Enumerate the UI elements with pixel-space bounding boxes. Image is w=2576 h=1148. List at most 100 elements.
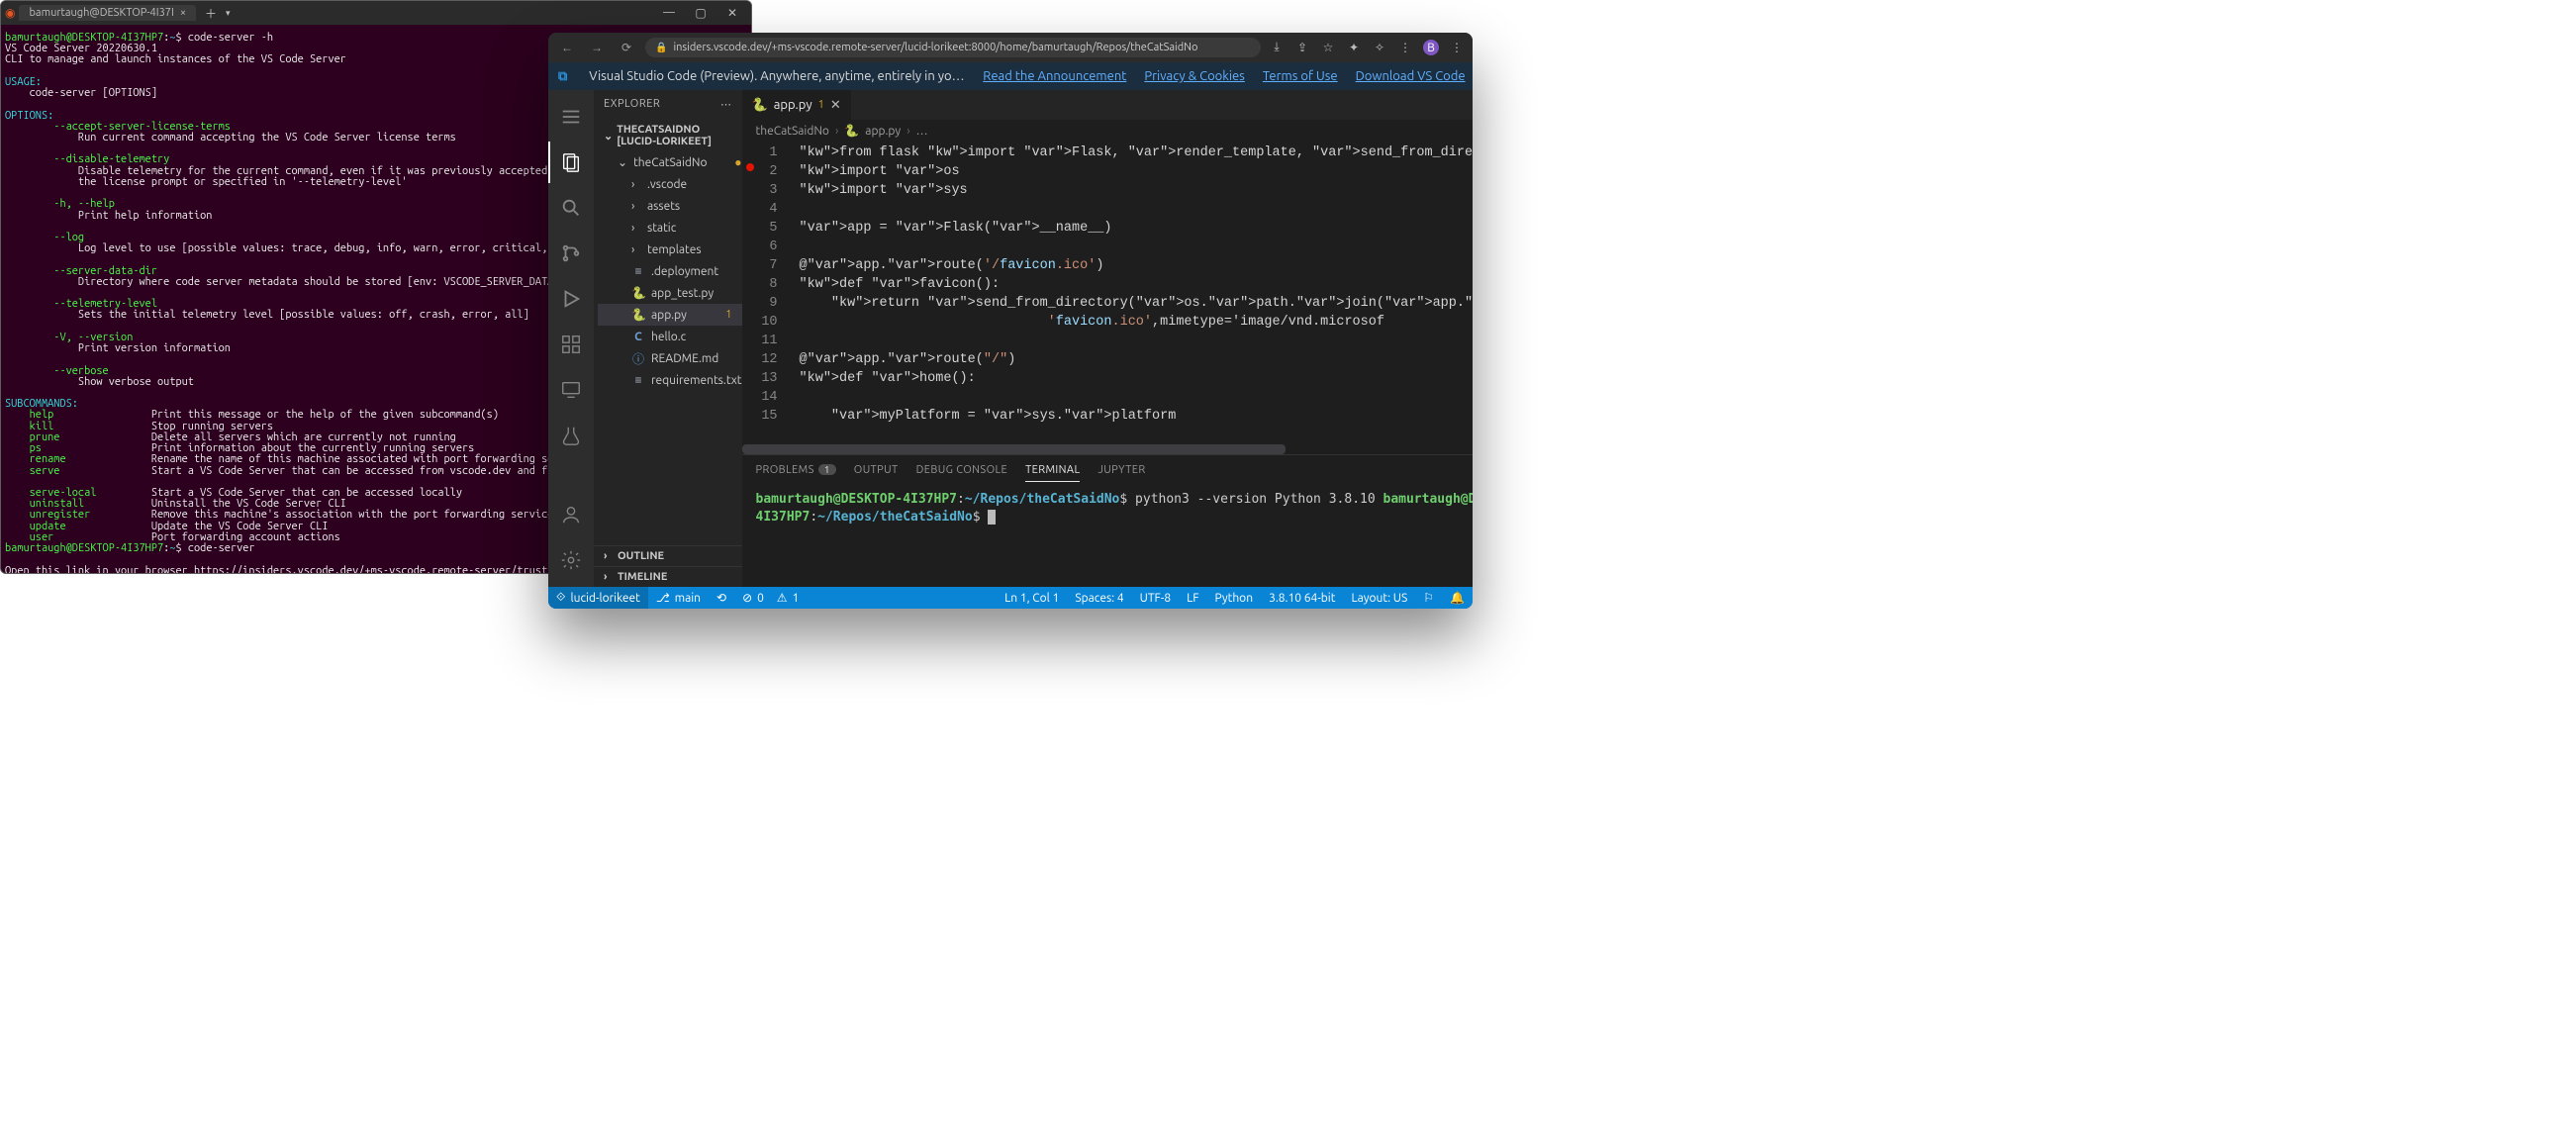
- close-tab-icon[interactable]: ✕: [830, 98, 841, 113]
- editor-area: 🐍 app.py 1 ✕ ▷ ▾ ◫ ⋯ theCatSaidNo› 🐍 app…: [742, 90, 1473, 587]
- language-mode[interactable]: Python: [1207, 587, 1262, 609]
- code-editor[interactable]: 1 2 3 4 5 6 7 8 9 10 11 12 13 14 15 "kw"…: [742, 142, 1473, 444]
- python-interpreter[interactable]: 3.8.10 64-bit: [1261, 587, 1343, 609]
- txt-file-icon: ≡: [631, 264, 645, 278]
- git-branch[interactable]: ⎇main: [648, 587, 709, 609]
- sidebar-more-icon[interactable]: ⋯: [720, 98, 732, 111]
- chevron-right-icon: ›: [631, 178, 641, 191]
- banner-link-terms[interactable]: Terms of Use: [1263, 69, 1338, 83]
- tree-file[interactable]: Chello.c: [598, 326, 742, 347]
- testing-icon[interactable]: [548, 415, 594, 456]
- tab-problems[interactable]: PROBLEMS1: [756, 464, 836, 476]
- encoding[interactable]: UTF-8: [1132, 587, 1179, 609]
- banner-message: Visual Studio Code (Preview). Anywhere, …: [589, 69, 965, 83]
- modified-badge: 1: [818, 99, 824, 111]
- lock-icon: 🔒: [655, 42, 667, 53]
- announcement-banner: ⧉ Visual Studio Code (Preview). Anywhere…: [548, 62, 1473, 90]
- tree-file[interactable]: ⓘREADME.md: [598, 347, 742, 369]
- activity-bar: [548, 90, 594, 587]
- terminal-tab[interactable]: bamurtaugh@DESKTOP-4I37I ×: [19, 5, 196, 21]
- c-file-icon: C: [631, 331, 645, 343]
- keyboard-layout[interactable]: Layout: US: [1343, 587, 1415, 609]
- forward-button[interactable]: →: [586, 41, 608, 54]
- workspace-root[interactable]: ⌄ THECATSAIDNO [LUCID-LORIKEET]: [594, 120, 742, 151]
- problems-status[interactable]: ⊘0 ⚠1: [734, 587, 807, 609]
- vscode-browser-window: ← → ⟳ 🔒 insiders.vscode.dev/+ms-vscode.r…: [548, 33, 1473, 609]
- tree-file[interactable]: 🐍app.py1: [598, 304, 742, 326]
- tab-output[interactable]: OUTPUT: [854, 464, 899, 476]
- branch-icon: ⎇: [656, 591, 670, 605]
- url-text: insiders.vscode.dev/+ms-vscode.remote-se…: [673, 42, 1197, 53]
- banner-link-privacy[interactable]: Privacy & Cookies: [1144, 69, 1244, 83]
- explorer-icon[interactable]: [548, 142, 594, 183]
- timeline-section[interactable]: ›TIMELINE: [594, 567, 742, 587]
- py-file-icon: 🐍: [631, 308, 645, 322]
- settings-gear-icon[interactable]: [548, 539, 594, 581]
- python-file-icon: 🐍: [752, 98, 768, 113]
- minimize-button[interactable]: ―: [662, 6, 676, 20]
- source-control-icon[interactable]: [548, 233, 594, 274]
- new-tab-button[interactable]: ＋: [200, 5, 222, 22]
- banner-link-download[interactable]: Download VS Code: [1356, 69, 1466, 83]
- bookmark-icon[interactable]: ☆: [1320, 41, 1336, 54]
- tab-terminal[interactable]: TERMINAL: [1025, 464, 1080, 476]
- feedback-icon[interactable]: ⚐: [1415, 587, 1442, 609]
- cursor-position[interactable]: Ln 1, Col 1: [997, 587, 1067, 609]
- close-tab-icon[interactable]: ×: [180, 7, 186, 19]
- terminal-tab-title: bamurtaugh@DESKTOP-4I37I: [29, 7, 173, 19]
- notifications-icon[interactable]: 🔔: [1442, 587, 1473, 609]
- back-button[interactable]: ←: [556, 41, 578, 54]
- accounts-icon[interactable]: [548, 494, 594, 535]
- integrated-terminal[interactable]: bamurtaugh@DESKTOP-4I37HP7:~/Repos/theCa…: [742, 485, 1473, 587]
- tab-jupyter[interactable]: JUPYTER: [1097, 464, 1145, 476]
- banner-link-announcement[interactable]: Read the Announcement: [983, 69, 1126, 83]
- menu-icon[interactable]: [548, 96, 594, 138]
- maximize-button[interactable]: ▢: [694, 6, 708, 20]
- reload-button[interactable]: ⟳: [616, 41, 637, 54]
- puzzle-icon[interactable]: ✧: [1372, 41, 1387, 54]
- editor-tab-app-py[interactable]: 🐍 app.py 1 ✕: [742, 90, 852, 120]
- tree-folder[interactable]: ›templates: [598, 239, 742, 260]
- tree-file[interactable]: ≡requirements.txt: [598, 369, 742, 391]
- remote-icon: ⟐: [556, 591, 565, 605]
- py-file-icon: 🐍: [631, 286, 645, 300]
- horizontal-scrollbar[interactable]: [742, 444, 1473, 454]
- tab-dropdown-icon[interactable]: ▾: [226, 8, 231, 19]
- tab-debug-console[interactable]: DEBUG CONSOLE: [916, 464, 1008, 476]
- remote-explorer-icon[interactable]: [548, 369, 594, 411]
- share-icon[interactable]: ⇪: [1294, 41, 1310, 54]
- terminal-titlebar: ◉ bamurtaugh@DESKTOP-4I37I × ＋ ▾ ― ▢ ✕: [1, 1, 751, 25]
- error-icon: ⊘: [742, 591, 752, 605]
- profile-avatar[interactable]: B: [1423, 40, 1439, 55]
- extensions-view-icon[interactable]: [548, 324, 594, 365]
- breadcrumb[interactable]: theCatSaidNo› 🐍 app.py› …: [742, 120, 1473, 142]
- breakpoint-icon[interactable]: [746, 163, 754, 171]
- tree-file[interactable]: 🐍app_test.py: [598, 282, 742, 304]
- extensions-icon[interactable]: ✦: [1346, 41, 1362, 54]
- folder-root[interactable]: ⌄ theCatSaidNo ●: [598, 151, 742, 173]
- eol[interactable]: LF: [1179, 587, 1206, 609]
- warning-icon: ⚠: [777, 591, 788, 605]
- url-bar[interactable]: 🔒 insiders.vscode.dev/+ms-vscode.remote-…: [645, 38, 1261, 57]
- explorer-title: EXPLORER: [604, 98, 660, 110]
- sync-button[interactable]: ⟲: [709, 587, 734, 609]
- indentation[interactable]: Spaces: 4: [1067, 587, 1131, 609]
- python-file-icon: 🐍: [844, 124, 859, 138]
- ubuntu-icon: ◉: [5, 6, 15, 20]
- search-icon[interactable]: [548, 187, 594, 229]
- remote-indicator[interactable]: ⟐lucid-lorikeet: [548, 587, 648, 609]
- tree-file[interactable]: ≡.deployment: [598, 260, 742, 282]
- md-file-icon: ⓘ: [631, 350, 645, 367]
- vscode-logo-icon: ⧉: [558, 69, 567, 84]
- menu-dots-icon[interactable]: ⋮: [1397, 41, 1413, 54]
- install-icon[interactable]: ⤓: [1269, 41, 1285, 54]
- outline-section[interactable]: ›OUTLINE: [594, 546, 742, 566]
- run-debug-icon[interactable]: [548, 278, 594, 320]
- sync-icon: ⟲: [716, 591, 726, 605]
- close-button[interactable]: ✕: [725, 6, 739, 20]
- tree-folder[interactable]: ›static: [598, 217, 742, 239]
- explorer-sidebar: EXPLORER ⋯ ⌄ THECATSAIDNO [LUCID-LORIKEE…: [594, 90, 742, 587]
- tree-folder[interactable]: ›assets: [598, 195, 742, 217]
- tree-folder[interactable]: ›.vscode: [598, 173, 742, 195]
- browser-menu-icon[interactable]: ⋮: [1449, 41, 1465, 54]
